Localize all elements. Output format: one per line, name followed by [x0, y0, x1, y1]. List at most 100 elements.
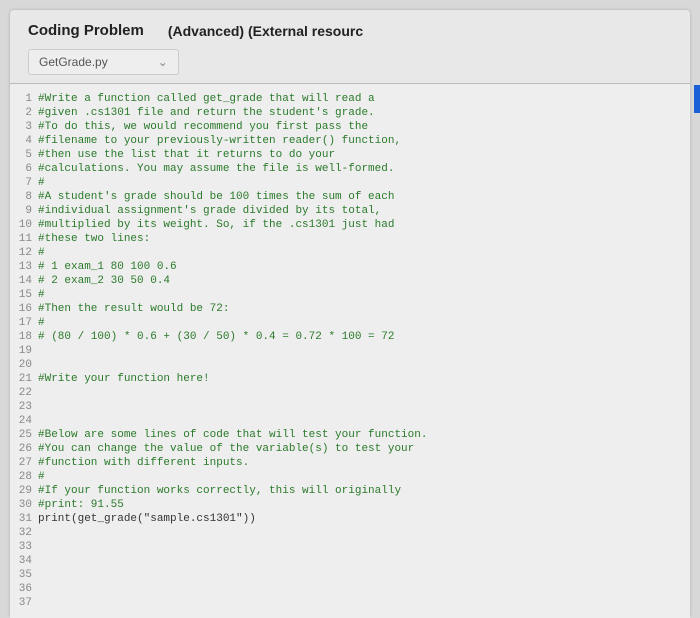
code-editor[interactable]: 1#Write a function called get_grade that…	[10, 84, 690, 618]
code-line[interactable]: 33	[10, 540, 690, 554]
line-content: #To do this, we would recommend you firs…	[38, 120, 690, 134]
line-number: 13	[10, 260, 38, 274]
line-content: #filename to your previously-written rea…	[38, 134, 690, 148]
code-line[interactable]: 11#these two lines:	[10, 232, 690, 246]
line-content: #Below are some lines of code that will …	[38, 428, 690, 442]
line-content: #	[38, 288, 690, 302]
line-content: #You can change the value of the variabl…	[38, 442, 690, 456]
header: Coding Problem (Advanced) (External reso…	[10, 10, 690, 49]
code-line[interactable]: 1#Write a function called get_grade that…	[10, 92, 690, 106]
code-line[interactable]: 15#	[10, 288, 690, 302]
code-line[interactable]: 31print(get_grade("sample.cs1301"))	[10, 512, 690, 526]
line-content	[38, 540, 690, 554]
code-line[interactable]: 36	[10, 582, 690, 596]
code-line[interactable]: 5#then use the list that it returns to d…	[10, 148, 690, 162]
line-content: #individual assignment's grade divided b…	[38, 204, 690, 218]
file-tab-label: GetGrade.py	[39, 55, 108, 69]
code-line[interactable]: 13# 1 exam_1 80 100 0.6	[10, 260, 690, 274]
line-content	[38, 358, 690, 372]
line-number: 5	[10, 148, 38, 162]
line-content: #	[38, 316, 690, 330]
code-line[interactable]: 3#To do this, we would recommend you fir…	[10, 120, 690, 134]
line-number: 3	[10, 120, 38, 134]
line-number: 14	[10, 274, 38, 288]
line-number: 35	[10, 568, 38, 582]
code-line[interactable]: 7#	[10, 176, 690, 190]
code-line[interactable]: 16#Then the result would be 72:	[10, 302, 690, 316]
line-content: #	[38, 176, 690, 190]
line-number: 24	[10, 414, 38, 428]
line-number: 31	[10, 512, 38, 526]
code-line[interactable]: 24	[10, 414, 690, 428]
code-line[interactable]: 23	[10, 400, 690, 414]
line-content: #	[38, 470, 690, 484]
line-number: 27	[10, 456, 38, 470]
line-content: # 2 exam_2 30 50 0.4	[38, 274, 690, 288]
line-number: 10	[10, 218, 38, 232]
line-number: 25	[10, 428, 38, 442]
code-line[interactable]: 32	[10, 526, 690, 540]
file-tab-dropdown[interactable]: GetGrade.py ⌄	[28, 49, 179, 75]
code-line[interactable]: 8#A student's grade should be 100 times …	[10, 190, 690, 204]
line-number: 28	[10, 470, 38, 484]
line-content	[38, 526, 690, 540]
code-line[interactable]: 12#	[10, 246, 690, 260]
page-subtitle: (Advanced) (External resourc	[168, 23, 363, 39]
page-title: Coding Problem	[28, 22, 144, 39]
line-number: 16	[10, 302, 38, 316]
code-line[interactable]: 9#individual assignment's grade divided …	[10, 204, 690, 218]
line-number: 11	[10, 232, 38, 246]
line-number: 29	[10, 484, 38, 498]
line-number: 20	[10, 358, 38, 372]
line-number: 30	[10, 498, 38, 512]
line-number: 7	[10, 176, 38, 190]
line-number: 33	[10, 540, 38, 554]
line-number: 8	[10, 190, 38, 204]
line-content: #	[38, 246, 690, 260]
code-line[interactable]: 4#filename to your previously-written re…	[10, 134, 690, 148]
code-line[interactable]: 25#Below are some lines of code that wil…	[10, 428, 690, 442]
code-line[interactable]: 29#If your function works correctly, thi…	[10, 484, 690, 498]
line-content	[38, 344, 690, 358]
code-line[interactable]: 28#	[10, 470, 690, 484]
line-number: 4	[10, 134, 38, 148]
line-content: # 1 exam_1 80 100 0.6	[38, 260, 690, 274]
right-marker	[694, 85, 700, 113]
code-line[interactable]: 20	[10, 358, 690, 372]
code-line[interactable]: 18# (80 / 100) * 0.6 + (30 / 50) * 0.4 =…	[10, 330, 690, 344]
line-content: #function with different inputs.	[38, 456, 690, 470]
line-content: #calculations. You may assume the file i…	[38, 162, 690, 176]
code-line[interactable]: 35	[10, 568, 690, 582]
line-number: 9	[10, 204, 38, 218]
line-content	[38, 568, 690, 582]
code-line[interactable]: 10#multiplied by its weight. So, if the …	[10, 218, 690, 232]
line-content: #Then the result would be 72:	[38, 302, 690, 316]
chevron-down-icon: ⌄	[158, 55, 168, 69]
file-tab-row: GetGrade.py ⌄	[10, 49, 690, 84]
code-line[interactable]: 17#	[10, 316, 690, 330]
code-line[interactable]: 2#given .cs1301 file and return the stud…	[10, 106, 690, 120]
code-line[interactable]: 26#You can change the value of the varia…	[10, 442, 690, 456]
editor-panel: Coding Problem (Advanced) (External reso…	[10, 10, 690, 618]
code-line[interactable]: 21#Write your function here!	[10, 372, 690, 386]
code-line[interactable]: 34	[10, 554, 690, 568]
line-content: print(get_grade("sample.cs1301"))	[38, 512, 690, 526]
code-line[interactable]: 30#print: 91.55	[10, 498, 690, 512]
line-content	[38, 400, 690, 414]
line-content	[38, 596, 690, 610]
line-number: 18	[10, 330, 38, 344]
code-line[interactable]: 22	[10, 386, 690, 400]
code-line[interactable]: 27#function with different inputs.	[10, 456, 690, 470]
line-number: 17	[10, 316, 38, 330]
line-number: 21	[10, 372, 38, 386]
line-content: # (80 / 100) * 0.6 + (30 / 50) * 0.4 = 0…	[38, 330, 690, 344]
code-line[interactable]: 19	[10, 344, 690, 358]
code-line[interactable]: 37	[10, 596, 690, 610]
line-number: 37	[10, 596, 38, 610]
line-content: #A student's grade should be 100 times t…	[38, 190, 690, 204]
line-number: 32	[10, 526, 38, 540]
code-line[interactable]: 14# 2 exam_2 30 50 0.4	[10, 274, 690, 288]
code-line[interactable]: 6#calculations. You may assume the file …	[10, 162, 690, 176]
line-content	[38, 554, 690, 568]
line-content	[38, 582, 690, 596]
